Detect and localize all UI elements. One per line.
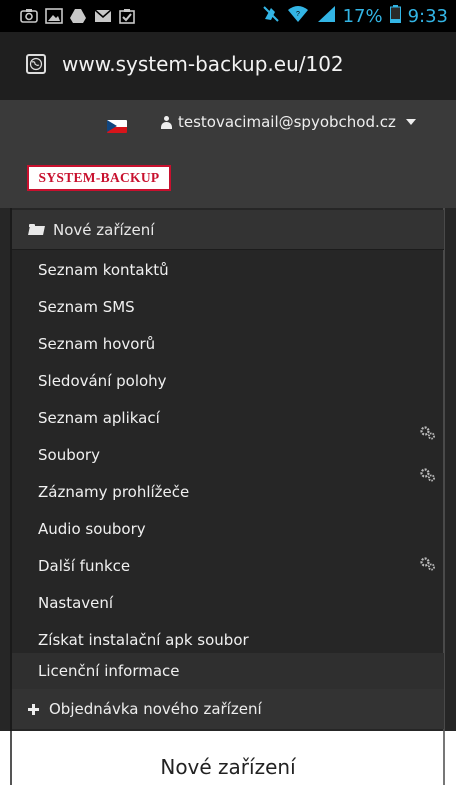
page-content: Nové zařízení [0,731,456,785]
menu-item-label: Audio soubory [38,519,146,538]
menu-item-label: Seznam kontaktů [38,260,169,279]
plus-icon [28,703,39,715]
user-icon [161,115,172,129]
menu-item-files[interactable]: Soubory [12,436,444,473]
menu-item-apps[interactable]: Seznam aplikací [12,399,444,436]
menu-item-sms[interactable]: Seznam SMS [12,288,444,325]
menu-item-label: Seznam aplikací [38,408,160,427]
clock: 9:33 [407,6,448,27]
logo[interactable]: SYSTEM-BACKUP [27,165,171,191]
order-new-device-button[interactable]: Objednávka nového zařízení [12,689,444,729]
menu-item-label: Získat instalační apk soubor [38,630,249,649]
menu-item-settings[interactable]: Nastavení [12,584,444,621]
menu-item-label: Seznam SMS [38,297,135,316]
page-title: Nové zařízení [160,755,296,779]
menu-item-label: Licenční informace [38,662,180,680]
svg-text:?: ? [296,11,300,18]
menu-item-browser-history[interactable]: Záznamy prohlížeče [12,473,444,510]
battery-percent: 17% [342,6,383,27]
cz-flag-icon[interactable] [107,120,127,133]
globe-icon [26,54,46,74]
menu-item-license[interactable]: Licenční informace [12,653,444,689]
menu-item-label: Sledování polohy [38,371,167,390]
site-header: testovacimail@spyobchod.cz SYSTEM-BACKUP [0,100,456,208]
menu-item-audio[interactable]: Audio soubory [12,510,444,547]
menu-item-contacts[interactable]: Seznam kontaktů [12,251,444,288]
menu-group-label: Nové zařízení [53,220,155,239]
side-menu: Nové zařízení Seznam kontaktů Seznam SMS… [0,208,456,731]
clipboard-icon [118,8,136,24]
signal-icon [316,5,336,28]
battery-icon [389,5,401,28]
url-text[interactable]: www.system-backup.eu/102 [62,52,344,76]
image-icon [45,8,63,24]
menu-item-label: Soubory [38,445,100,464]
chevron-down-icon [405,119,416,125]
screenshot-icon [20,8,38,24]
logo-text: SYSTEM-BACKUP [38,170,160,185]
wifi-icon: ? [287,5,309,28]
menu-item-label: Seznam hovorů [38,334,156,353]
menu-group-new-device[interactable]: Nové zařízení [12,210,444,250]
menu-item-location[interactable]: Sledování polohy [12,362,444,399]
folder-open-icon [29,224,44,235]
menu-item-label: Další funkce [38,556,131,575]
status-bar: ? 17% 9:33 [0,0,456,32]
mute-icon [262,5,280,28]
menu-item-label: Nastavení [38,593,114,612]
mail-icon [94,8,112,24]
gear-icon [420,557,436,571]
order-label: Objednávka nového zařízení [49,700,262,718]
user-menu[interactable]: testovacimail@spyobchod.cz [161,113,416,131]
user-email: testovacimail@spyobchod.cz [178,113,396,131]
drive-icon [69,8,87,24]
menu-item-more-features[interactable]: Další funkce [12,547,444,584]
menu-item-calls[interactable]: Seznam hovorů [12,325,444,362]
menu-item-label: Záznamy prohlížeče [38,482,190,501]
browser-address-bar[interactable]: www.system-backup.eu/102 [0,32,456,100]
